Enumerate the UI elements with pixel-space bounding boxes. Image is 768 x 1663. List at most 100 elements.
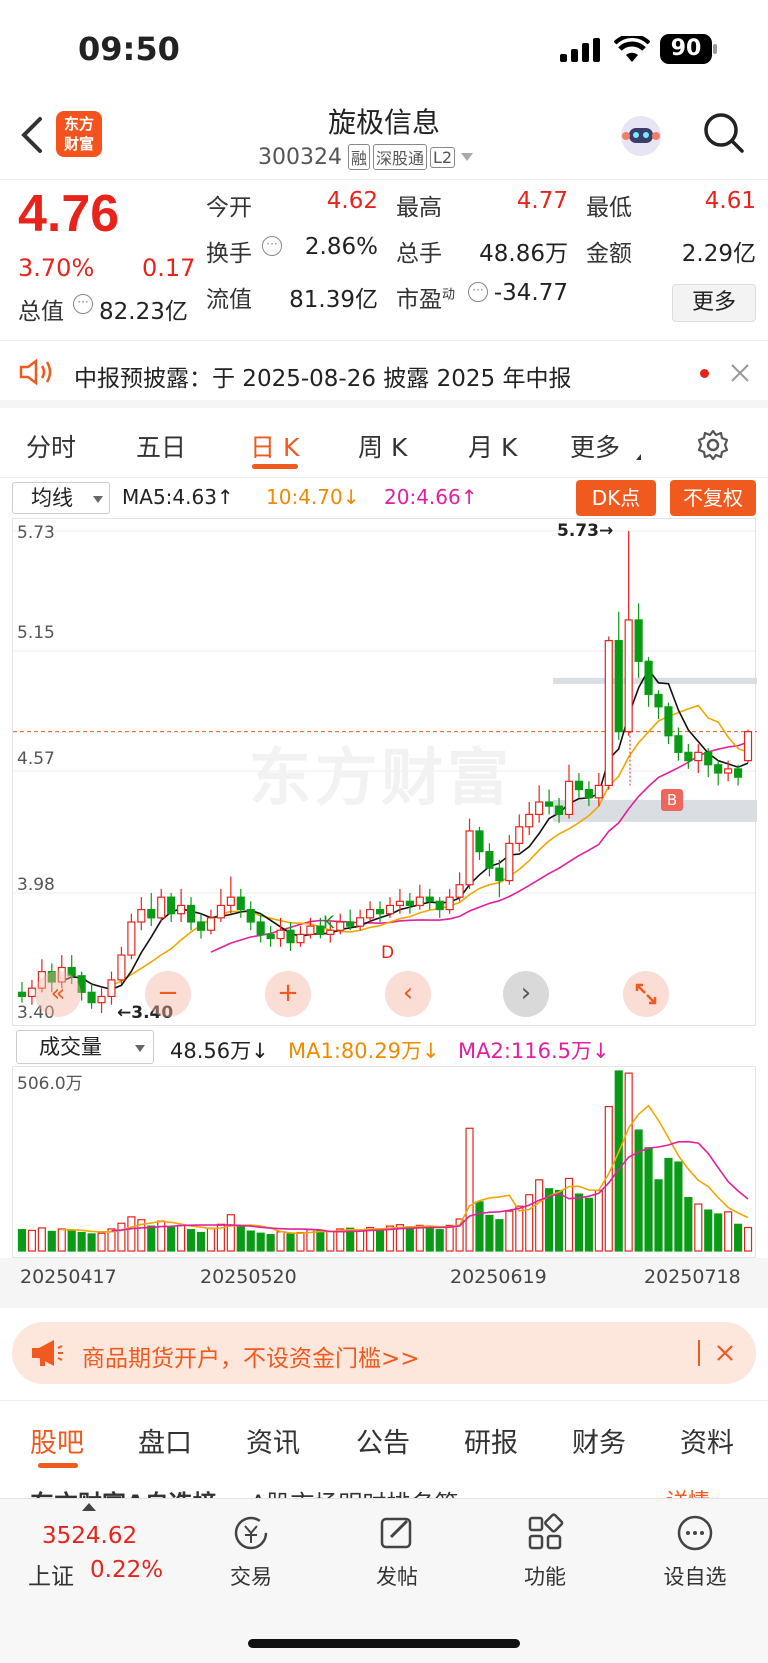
- ad-close-icon[interactable]: [716, 1344, 734, 1362]
- tab-intraday[interactable]: 分时: [26, 428, 76, 464]
- field-open-label: 今开: [206, 195, 252, 221]
- volume-legend: 成交量 48.56万↓ MA1:80.29万↓ MA2:116.5万↓: [0, 1030, 768, 1066]
- volume-bar: [495, 1219, 504, 1252]
- ma10-label: 10:4.70↓: [266, 485, 360, 509]
- tab-finance[interactable]: 财务: [572, 1421, 626, 1460]
- info-icon[interactable]: ···: [73, 294, 93, 314]
- field-pe-label-text: 市盈: [396, 287, 442, 313]
- candle-body: [226, 896, 235, 907]
- volume-bar: [614, 1070, 623, 1252]
- index-value[interactable]: 3524.62: [42, 1523, 137, 1549]
- field-turnover-value: 2.86%: [304, 234, 378, 260]
- dk-point-button[interactable]: DK点: [576, 480, 656, 516]
- tab-announcements[interactable]: 公告: [356, 1421, 410, 1460]
- nav-post-label: 发帖: [376, 1565, 418, 1589]
- tab-news[interactable]: 资讯: [246, 1421, 300, 1460]
- zoom-in-icon[interactable]: +: [265, 971, 311, 1017]
- kline-legend: 均线 MA5:4.63↑ 10:4.70↓ 20:4.66↑ DK点 不复权: [0, 480, 768, 516]
- more-button[interactable]: 更多: [672, 284, 756, 322]
- candle-body: [395, 900, 404, 907]
- candle-body: [336, 921, 345, 931]
- ad-banner[interactable]: 商品期货开户，不设资金门槛>>: [12, 1322, 756, 1384]
- notice-dot: [700, 369, 709, 378]
- candle-body: [485, 851, 494, 869]
- candle-body: [455, 884, 464, 898]
- candle-body: [604, 640, 613, 787]
- search-icon[interactable]: [702, 111, 746, 155]
- settings-gear-icon[interactable]: [696, 428, 730, 462]
- ma20-label: 20:4.66↑: [384, 485, 478, 509]
- ma-selector[interactable]: 均线: [12, 482, 110, 514]
- tab-profile[interactable]: 资料: [680, 1421, 734, 1460]
- candle-body: [87, 991, 96, 1004]
- volume-bar: [276, 1231, 285, 1252]
- volume-bar: [475, 1201, 484, 1252]
- nav-post[interactable]: 发帖: [362, 1513, 432, 1593]
- candle-body: [564, 780, 574, 816]
- candle-body: [733, 768, 743, 778]
- more-dots-icon: [677, 1515, 713, 1551]
- candle-body: [196, 921, 206, 931]
- pan-left-icon[interactable]: ‹: [385, 971, 431, 1017]
- candle-body: [554, 805, 564, 816]
- pe-info-icon[interactable]: ···: [468, 282, 488, 302]
- volume-bar: [714, 1213, 723, 1252]
- tab-daily-k[interactable]: 日 K: [250, 428, 299, 464]
- trade-icon: [234, 1516, 268, 1550]
- scroll-left-icon[interactable]: «: [35, 971, 81, 1017]
- tab-pankou[interactable]: 盘口: [138, 1421, 192, 1460]
- volume-bar: [664, 1157, 673, 1252]
- index-change: 0.22%: [90, 1557, 164, 1583]
- d-marker: D: [381, 943, 395, 963]
- tag-l2: L2: [430, 146, 456, 168]
- candle-body: [356, 917, 365, 927]
- tab-weekly-k[interactable]: 周 K: [358, 428, 407, 464]
- max-price-label: 5.73→: [557, 521, 614, 541]
- tab-5day[interactable]: 五日: [136, 428, 186, 464]
- fullscreen-icon[interactable]: [623, 971, 669, 1017]
- candle-body: [415, 896, 424, 907]
- nav-trade[interactable]: 交易: [216, 1513, 286, 1593]
- no-adjust-button[interactable]: 不复权: [670, 480, 756, 516]
- kline-chart[interactable]: 东方财富 5.73 5.15 4.57 3.98 3.40 5.73→ ←3.4…: [12, 518, 757, 1026]
- signal-icon: [560, 38, 602, 62]
- status-bar: 09:50 90: [0, 0, 768, 95]
- candle-body: [724, 768, 733, 774]
- volume-bar: [77, 1231, 86, 1252]
- candle-body: [574, 780, 584, 791]
- volume-selector[interactable]: 成交量: [16, 1030, 154, 1064]
- candle-body: [177, 904, 186, 915]
- volume-chart[interactable]: 506.0万: [12, 1066, 756, 1258]
- robot-avatar-icon[interactable]: [618, 113, 664, 159]
- volume-bar: [186, 1229, 196, 1252]
- tab-more[interactable]: 更多: [570, 428, 620, 464]
- volume-bar: [147, 1225, 156, 1252]
- volume-bar: [704, 1209, 713, 1252]
- candle-body: [306, 925, 315, 935]
- turnover-info-icon[interactable]: ···: [262, 236, 282, 256]
- stock-subtitle[interactable]: 300324 融 深股通 L2: [258, 143, 474, 171]
- tab-guba[interactable]: 股吧: [30, 1421, 84, 1460]
- field-turnover-label: 换手: [206, 241, 252, 267]
- zoom-out-icon[interactable]: −: [145, 971, 191, 1017]
- volume-bar: [574, 1193, 584, 1252]
- nav-add-watchlist[interactable]: 设自选: [652, 1513, 738, 1593]
- nav-functions-label: 功能: [524, 1565, 566, 1589]
- b-marker[interactable]: B: [661, 789, 683, 811]
- volume-bar: [644, 1147, 653, 1252]
- pan-right-icon[interactable]: ›: [503, 971, 549, 1017]
- volume-bar: [415, 1224, 424, 1252]
- k-marker: K: [323, 913, 335, 933]
- volume-bar: [286, 1233, 295, 1252]
- tab-monthly-k[interactable]: 月 K: [468, 428, 517, 464]
- notice-bar[interactable]: 中报预披露：于 2025-08-26 披露 2025 年中报: [0, 340, 768, 408]
- candle-body: [475, 830, 484, 853]
- candle-body: [236, 896, 245, 911]
- battery-tip: [713, 44, 717, 54]
- tab-research[interactable]: 研报: [464, 1421, 518, 1460]
- close-icon[interactable]: [730, 363, 750, 383]
- volume-bar: [624, 1072, 633, 1252]
- total-value: 82.23亿: [99, 299, 188, 325]
- nav-functions[interactable]: 功能: [510, 1513, 580, 1593]
- volume-bar: [117, 1222, 126, 1252]
